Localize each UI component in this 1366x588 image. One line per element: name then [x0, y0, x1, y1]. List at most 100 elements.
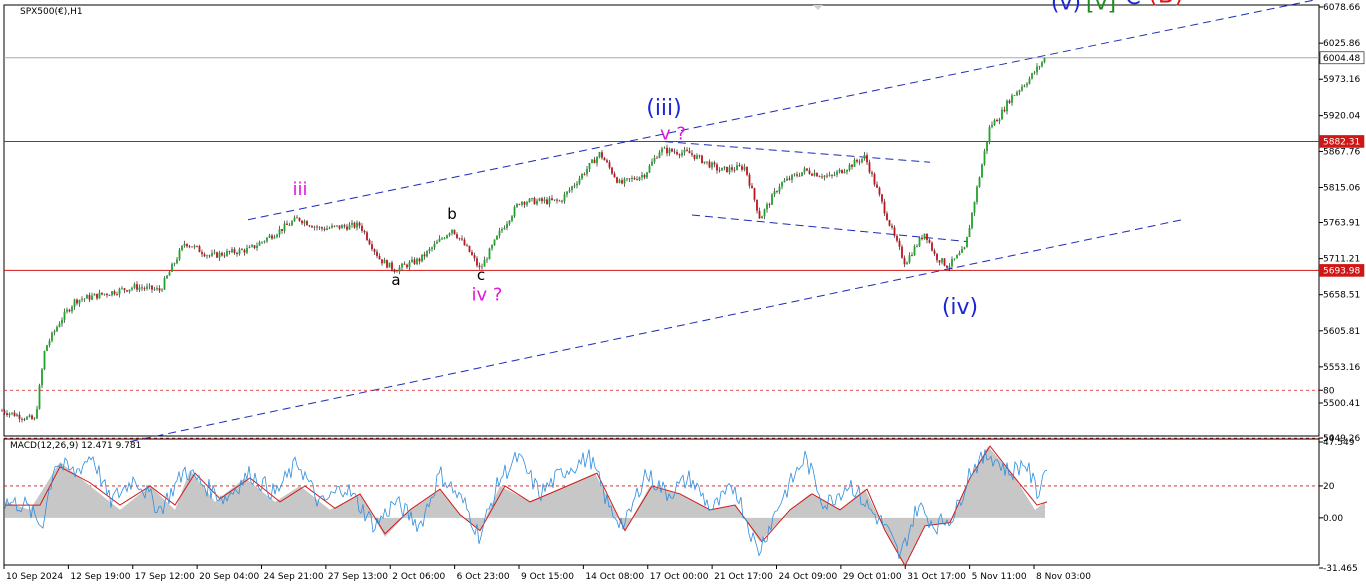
candle-body: [453, 229, 456, 235]
candle-body: [923, 233, 926, 240]
candle-body: [971, 212, 973, 228]
candle-body: [898, 240, 901, 247]
wave-label: (v): [1051, 0, 1081, 16]
candle-body: [741, 166, 743, 170]
candle-body: [268, 235, 271, 238]
candle-body: [748, 174, 751, 186]
candle-body: [186, 243, 188, 247]
candle-body: [58, 323, 61, 327]
candle-body: [361, 225, 363, 231]
candle-body: [533, 198, 536, 205]
candle-body: [816, 172, 818, 177]
candle-body: [113, 291, 116, 295]
candle-body: [108, 295, 111, 296]
macd-tick-label: 80: [1323, 386, 1335, 396]
candle-body: [426, 250, 428, 257]
candle-body: [133, 284, 136, 288]
candle-body: [673, 151, 676, 153]
candle-body: [1023, 85, 1026, 87]
candle-body: [148, 285, 151, 287]
candle-body: [256, 245, 258, 249]
candle-body: [788, 178, 791, 180]
candle-body: [43, 351, 46, 370]
candle-body: [241, 249, 243, 251]
candle-body: [911, 255, 913, 256]
candle-body: [953, 258, 956, 260]
candle-body: [26, 416, 28, 420]
chart-area[interactable]: 6004.48 5882.31 5693.98 (v) [v] C (B) (iii) v ?…: [0, 0, 1366, 588]
candle-body: [213, 252, 216, 254]
candle-body: [93, 293, 96, 296]
candle-body: [496, 235, 498, 240]
time-tick-label: 21 Oct 17:00: [714, 572, 773, 582]
candle-body: [258, 242, 261, 246]
candle-body: [1011, 95, 1013, 103]
candle-body: [226, 251, 228, 256]
time-tick-label: 14 Oct 08:00: [585, 572, 644, 582]
upper-channel-line: [247, 0, 1317, 221]
candle-body: [468, 245, 471, 253]
candle-body: [351, 222, 353, 225]
candle-body: [968, 227, 971, 237]
candle-body: [61, 319, 63, 324]
candle-body: [301, 220, 303, 224]
price-tick-label: 5553.16: [1323, 363, 1360, 373]
time-tick-label: 2 Oct 06:00: [392, 572, 445, 582]
candle-body: [976, 186, 978, 202]
candle-body: [838, 169, 841, 172]
candle-body: [136, 284, 138, 290]
wave-label: c: [477, 266, 485, 284]
candle-body: [313, 226, 316, 228]
candle-body: [1006, 100, 1008, 112]
candle-body: [888, 220, 891, 226]
candle-body: [296, 217, 298, 219]
price-level-label: 5882.31: [1323, 137, 1360, 147]
candle-body: [1028, 78, 1031, 84]
candle-body: [126, 290, 128, 292]
time-tick-label: 24 Oct 09:00: [779, 572, 838, 582]
macd-tick-label: -31.465: [1323, 564, 1358, 574]
candle-body: [916, 246, 918, 247]
candle-body: [848, 164, 851, 170]
candle-body: [13, 412, 16, 417]
candle-body: [841, 169, 843, 174]
candle-body: [873, 173, 876, 185]
candle-body: [246, 247, 248, 253]
candle-body: [253, 245, 256, 249]
candle-body: [988, 127, 991, 142]
candle-body: [758, 210, 761, 219]
candle-body: [261, 241, 263, 243]
candle-body: [546, 199, 548, 204]
candle-body: [131, 287, 133, 290]
time-tick-label: 8 Nov 03:00: [1036, 572, 1091, 582]
candle-body: [488, 248, 491, 260]
candle-body: [158, 288, 161, 291]
time-tick-label: 10 Sep 2024: [6, 572, 63, 582]
candle-body: [553, 199, 556, 201]
candle-body: [851, 164, 853, 167]
candle-body: [423, 254, 426, 257]
candle-body: [188, 246, 191, 248]
candle-body: [281, 229, 283, 231]
candle-body: [211, 253, 213, 256]
candle-body: [463, 239, 466, 246]
candle-body: [996, 119, 998, 122]
candle-body: [853, 159, 856, 167]
candle-body: [921, 237, 923, 240]
candle-body: [706, 161, 708, 163]
candle-body: [566, 191, 568, 195]
candle-body: [56, 326, 58, 332]
candle-body: [383, 260, 386, 264]
candle-body: [948, 266, 951, 268]
candle-body: [323, 228, 326, 230]
candle-body: [698, 155, 701, 157]
candle-body: [551, 198, 553, 201]
candle-body: [156, 288, 158, 290]
candle-body: [151, 285, 153, 290]
candle-body: [956, 255, 958, 259]
candle-body: [656, 157, 658, 159]
candle-body: [791, 174, 793, 180]
candle-body: [658, 152, 661, 158]
candle-body: [316, 226, 318, 228]
candle-body: [436, 241, 438, 244]
